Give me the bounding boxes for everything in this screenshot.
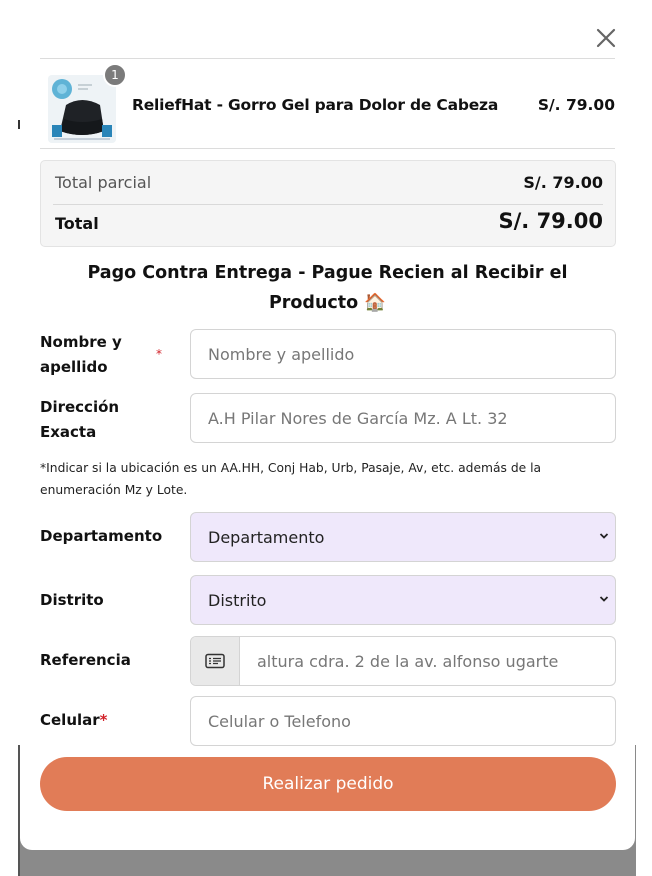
address-input[interactable] [190,393,616,443]
phone-input[interactable] [190,696,616,746]
divider [40,58,615,59]
department-value: Departamento [208,527,325,547]
chevron-down-icon [599,530,609,545]
product-name: ReliefHat - Gorro Gel para Dolor de Cabe… [132,96,499,114]
totals-box: Total parcial S/. 79.00 Total S/. 79.00 [40,160,616,247]
product-price: S/. 79.00 [537,96,615,114]
required-mark: * [156,347,162,361]
name-input[interactable] [190,329,616,379]
close-icon[interactable] [593,25,619,51]
phone-label: Celular* [40,708,108,733]
checkout-modal: 1 ReliefHat - Gorro Gel para Dolor de Ca… [20,15,635,850]
address-label: Dirección Exacta [40,398,120,441]
product-image [48,75,116,143]
department-label: Departamento [40,527,163,545]
address-hint: *Indicar si la ubicación es un AA.HH, Co… [40,461,542,497]
name-label: Nombre y apellido [40,333,122,376]
divider [40,148,615,149]
subtotal-label: Total parcial [55,173,152,192]
district-label: Distrito [40,591,104,609]
total-label: Total [55,214,99,233]
department-select[interactable]: Departamento [190,512,616,562]
district-value: Distrito [208,590,267,610]
reference-field [190,636,616,686]
district-select[interactable]: Distrito [190,575,616,625]
reference-input[interactable] [241,637,615,685]
payment-heading: Pago Contra Entrega - Pague Recien al Re… [87,263,568,313]
subtotal-value: S/. 79.00 [523,173,603,192]
required-mark: * [99,711,108,729]
divider [53,204,603,205]
quantity-badge: 1 [103,63,127,87]
total-value: S/. 79.00 [498,209,603,233]
submit-order-button[interactable]: Realizar pedido [40,757,616,811]
id-card-icon [191,637,240,685]
phone-label-text: Celular [40,711,100,729]
chevron-down-icon [599,593,609,608]
reference-label: Referencia [40,651,131,669]
